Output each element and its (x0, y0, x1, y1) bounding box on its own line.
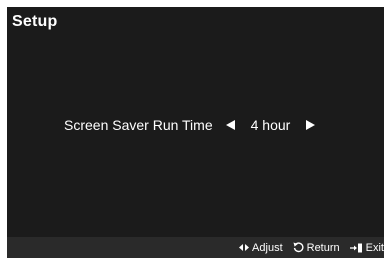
left-triangle-icon[interactable] (225, 118, 237, 132)
setting-label: Screen Saver Run Time (64, 117, 213, 133)
adjust-hint[interactable]: Adjust (239, 242, 283, 254)
return-label: Return (306, 241, 340, 254)
exit-icon (349, 243, 363, 253)
footer-hint-bar: Adjust Return Exit (7, 237, 384, 258)
right-triangle-icon[interactable] (304, 118, 316, 132)
exit-label: Exit (365, 241, 384, 254)
setting-value: 4 hour (250, 117, 291, 133)
setup-screen: Setup Screen Saver Run Time 4 hour Adjus… (7, 7, 384, 258)
left-right-arrows-icon (239, 244, 250, 251)
page-title: Setup (12, 13, 58, 30)
return-icon (293, 242, 304, 253)
screen-saver-run-time-setting[interactable]: Screen Saver Run Time 4 hour (64, 115, 316, 135)
exit-hint[interactable]: Exit (349, 241, 384, 254)
return-hint[interactable]: Return (293, 242, 340, 254)
adjust-label: Adjust (252, 241, 283, 254)
